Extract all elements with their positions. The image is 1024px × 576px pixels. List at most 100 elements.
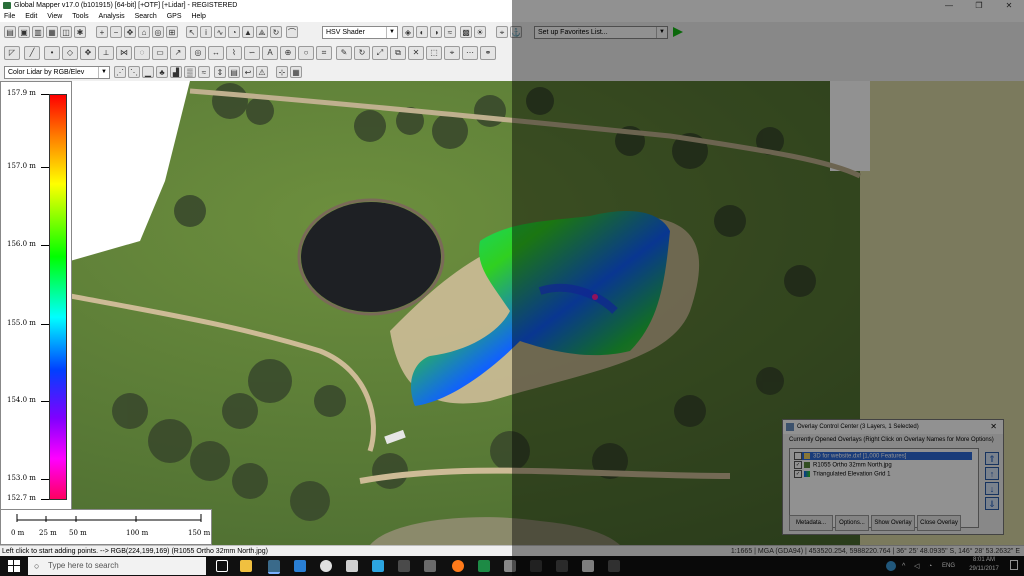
network-icon[interactable] <box>886 561 896 571</box>
maximize-button[interactable]: ❐ <box>964 0 994 11</box>
info-icon[interactable]: i <box>200 26 212 38</box>
app-icon[interactable] <box>530 560 542 572</box>
menu-analysis[interactable]: Analysis <box>95 11 129 22</box>
firefox-icon[interactable] <box>452 560 464 572</box>
buffer-icon[interactable]: ◌ <box>134 46 150 60</box>
circle-icon[interactable]: ○ <box>298 46 314 60</box>
shader-options-icon[interactable]: ◈ <box>402 26 414 38</box>
config-icon[interactable]: ✱ <box>74 26 86 38</box>
merge-icon[interactable]: ⋈ <box>116 46 132 60</box>
menu-tools[interactable]: Tools <box>68 11 92 22</box>
photos-icon[interactable] <box>582 560 594 572</box>
lidar-return-icon[interactable]: ↩ <box>242 66 254 78</box>
zoom-in-icon[interactable]: + <box>96 26 108 38</box>
open-folder-icon[interactable]: ▤ <box>4 26 16 38</box>
close-button[interactable]: ✕ <box>994 0 1024 11</box>
move-feature-icon[interactable]: ✥ <box>80 46 96 60</box>
app-icon[interactable] <box>608 560 620 572</box>
move-bottom-icon[interactable]: ⇓ <box>985 497 999 510</box>
overlay-item[interactable]: 3D for website.dxf [1,000 Features] <box>794 452 972 460</box>
menu-search[interactable]: Search <box>131 11 161 22</box>
rectangle-icon[interactable]: ▭ <box>152 46 168 60</box>
export-icon[interactable]: ▥ <box>32 26 44 38</box>
menu-file[interactable]: File <box>0 11 19 22</box>
overlay-checkbox[interactable]: ✓ <box>794 461 802 469</box>
metadata-button[interactable]: Metadata... <box>789 515 833 531</box>
distance-icon[interactable]: ↔ <box>208 46 224 60</box>
overlay-checkbox[interactable]: ✓ <box>794 470 802 478</box>
reshape-icon[interactable]: ⌇ <box>226 46 242 60</box>
crop-icon[interactable]: ⌗ <box>316 46 332 60</box>
range-ring-icon[interactable]: ◎ <box>190 46 206 60</box>
contrast-icon[interactable]: ◑ <box>430 26 442 38</box>
move-up-icon[interactable]: ↑ <box>985 467 999 480</box>
app-icon[interactable] <box>398 560 410 572</box>
clock[interactable]: 8:01 AM 29/11/2017 <box>962 556 1006 574</box>
file-explorer-icon[interactable] <box>240 560 252 572</box>
telegram-icon[interactable] <box>372 560 384 572</box>
task-view-icon[interactable] <box>216 560 228 572</box>
home-icon[interactable]: ⌂ <box>138 26 150 38</box>
mail-icon[interactable] <box>346 560 358 572</box>
split-icon[interactable]: ⟂ <box>98 46 114 60</box>
volume-icon[interactable]: ◁ <box>914 562 919 571</box>
lidar-water-icon[interactable]: ≈ <box>198 66 210 78</box>
track-icon[interactable]: ⋯ <box>462 46 478 60</box>
gps-icon[interactable]: ⌖ <box>444 46 460 60</box>
measure-icon[interactable]: ⊞ <box>166 26 178 38</box>
windows-start-icon[interactable] <box>8 560 20 572</box>
copy-feature-icon[interactable]: ⧉ <box>390 46 406 60</box>
play-icon[interactable] <box>673 27 683 37</box>
lidar-building-icon[interactable]: ▟ <box>170 66 182 78</box>
create-point-icon[interactable]: • <box>44 46 60 60</box>
edit-vertex-icon[interactable]: ◇ <box>62 46 78 60</box>
lidar-elev-icon[interactable]: ⇕ <box>214 66 226 78</box>
lidar-grid-icon[interactable]: ⊹ <box>276 66 288 78</box>
rotate-icon[interactable]: ↻ <box>270 26 282 38</box>
global-mapper-icon[interactable] <box>268 560 280 574</box>
layers-icon[interactable]: ◫ <box>60 26 72 38</box>
taskbar-search-input[interactable]: ○ Type here to search <box>28 557 206 575</box>
tray-chevron-icon[interactable]: ^ <box>902 562 905 571</box>
view-shed-icon[interactable]: ◔ <box>228 26 240 38</box>
smooth-icon[interactable]: ∽ <box>244 46 260 60</box>
select-feature-icon[interactable]: ⬚ <box>426 46 442 60</box>
3d-view-icon[interactable]: ▲ <box>242 26 254 38</box>
water-icon[interactable]: ≈ <box>444 26 456 38</box>
wifi-icon[interactable]: ◔ <box>928 562 932 571</box>
lidar-intensity-icon[interactable]: ▒ <box>184 66 196 78</box>
crosshair-icon[interactable]: ⌖ <box>496 26 508 38</box>
pen-icon[interactable]: ✎ <box>336 46 352 60</box>
app-icon[interactable] <box>424 560 436 572</box>
dig-tool-icon[interactable]: ⌒ <box>286 26 298 38</box>
color-icon[interactable]: ▩ <box>460 26 472 38</box>
overlay-item[interactable]: ✓ Triangulated Elevation Grid 1 <box>794 470 891 478</box>
digitizer-icon[interactable]: ↖ <box>186 26 198 38</box>
lidar-filter-icon[interactable]: ⋱ <box>128 66 140 78</box>
lidar-class-icon[interactable]: ⋰ <box>114 66 126 78</box>
chrome-icon[interactable] <box>320 560 332 572</box>
hill-shade-icon[interactable]: ◐ <box>416 26 428 38</box>
language-indicator[interactable]: ENG <box>942 562 955 571</box>
link-icon[interactable]: ⚭ <box>480 46 496 60</box>
arrow-icon[interactable]: ↗ <box>170 46 186 60</box>
favorites-select[interactable]: Set up Favorites List... ▼ <box>534 26 668 39</box>
lidar-veg-icon[interactable]: ♣ <box>156 66 168 78</box>
snap-icon[interactable]: ⊕ <box>280 46 296 60</box>
3d-path-icon[interactable]: ⟁ <box>256 26 268 38</box>
app-icon[interactable] <box>556 560 568 572</box>
shader-select[interactable]: HSV Shader ▼ <box>322 26 398 39</box>
lidar-table-icon[interactable]: ▦ <box>290 66 302 78</box>
lidar-ground-icon[interactable]: ▁ <box>142 66 154 78</box>
excel-icon[interactable] <box>478 560 490 572</box>
zoom-out-icon[interactable]: − <box>110 26 122 38</box>
menu-view[interactable]: View <box>43 11 66 22</box>
rotate-feature-icon[interactable]: ↻ <box>354 46 370 60</box>
full-view-icon[interactable]: ◎ <box>152 26 164 38</box>
notifications-icon[interactable] <box>1010 560 1018 570</box>
save-icon[interactable]: ▣ <box>18 26 30 38</box>
close-overlay-button[interactable]: Close Overlay <box>917 515 961 531</box>
path-profile-icon[interactable]: ∿ <box>214 26 226 38</box>
scale-feature-icon[interactable]: ⤢ <box>372 46 388 60</box>
light-icon[interactable]: ☀ <box>474 26 486 38</box>
